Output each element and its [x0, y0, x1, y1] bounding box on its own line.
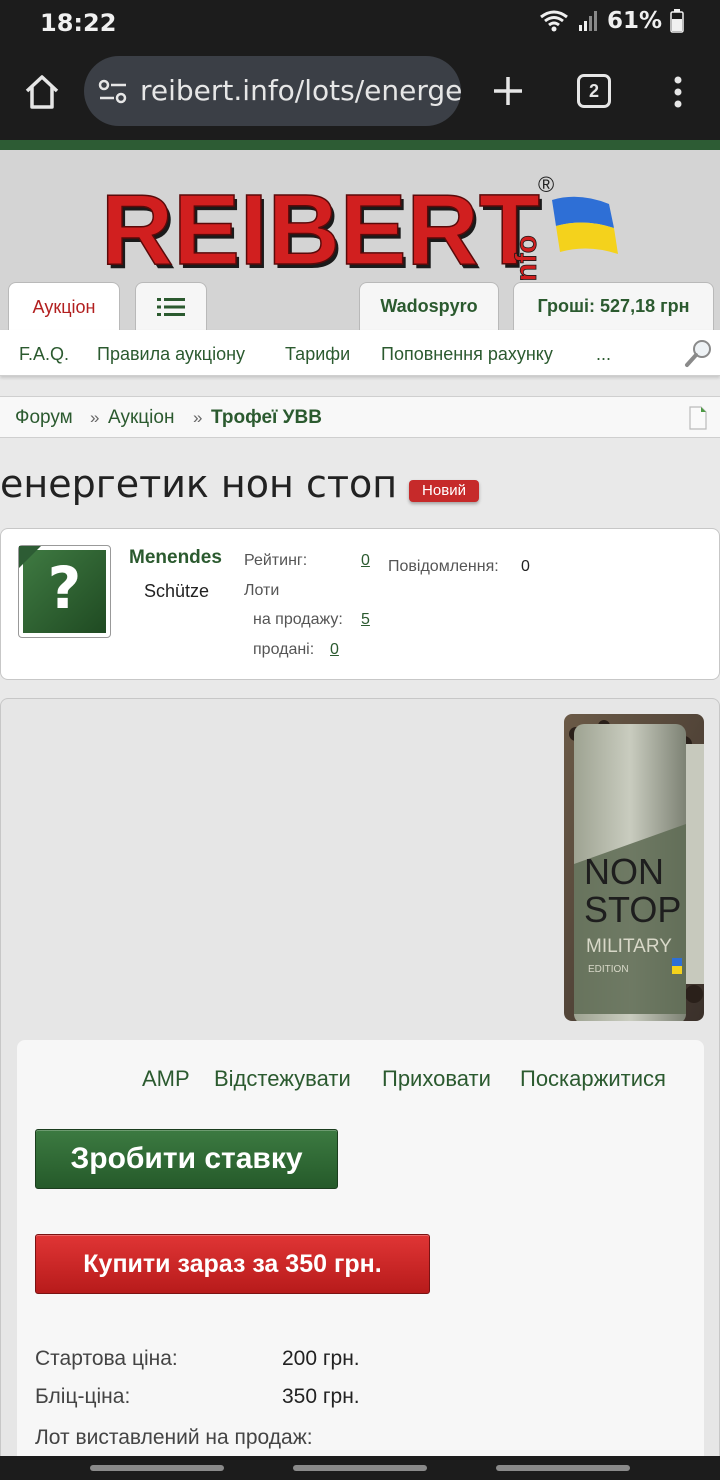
avatar[interactable]: ? — [18, 545, 111, 638]
blitz-price-value: 350 грн. — [282, 1385, 360, 1408]
breadcrumb-separator: » — [90, 408, 100, 427]
site-settings-icon[interactable] — [98, 78, 128, 106]
buy-now-button[interactable]: Купити зараз за 350 грн. — [35, 1234, 430, 1294]
logo-registered: ® — [538, 172, 554, 197]
battery-icon — [670, 9, 684, 33]
battery-percent: 61% — [606, 8, 662, 34]
for-sale-value[interactable]: 5 — [361, 611, 370, 629]
messages-value: 0 — [521, 558, 530, 575]
lots-label: Лоти — [244, 582, 280, 599]
tab-menu[interactable] — [135, 282, 207, 330]
tab-switcher-button[interactable]: 2 — [577, 74, 611, 108]
search-icon[interactable] — [684, 338, 714, 368]
site-logo[interactable]: REIBERT REIBERT info ® — [104, 170, 624, 280]
start-price-value: 200 грн. — [282, 1347, 360, 1370]
breadcrumb-separator: » — [193, 408, 203, 427]
nav-back-handle[interactable] — [496, 1465, 630, 1471]
lot-image[interactable]: NON STOP MILITARY EDITION — [564, 714, 704, 1021]
subnav-faq[interactable]: F.A.Q. — [19, 344, 69, 365]
breadcrumb-current[interactable]: Трофеї УВВ — [211, 407, 322, 429]
amp-link[interactable]: AMP — [142, 1066, 190, 1092]
subnav-more[interactable]: ... — [596, 344, 611, 365]
ukraine-flag-icon — [552, 196, 618, 254]
site-header: REIBERT REIBERT info ® Аукціон Wadospyro… — [0, 150, 720, 332]
seller-name[interactable]: Menendes — [129, 547, 222, 569]
can-text-stop: STOP — [584, 889, 681, 930]
can-text-non: NON — [584, 851, 664, 892]
document-icon — [689, 406, 707, 430]
place-bid-button[interactable]: Зробити ставку — [35, 1129, 338, 1189]
logo-text: REIBERT — [104, 174, 540, 280]
start-price-label: Стартова ціна: — [35, 1347, 178, 1370]
hide-link[interactable]: Приховати — [382, 1066, 491, 1092]
can-text-edition: EDITION — [588, 964, 629, 975]
status-badge: Новий — [409, 480, 479, 502]
wifi-icon — [540, 10, 568, 32]
seller-card: ? Menendes Schütze Рейтинг: 0 Повідомлен… — [0, 528, 720, 680]
breadcrumb-auction[interactable]: Аукціон — [108, 407, 174, 429]
can-text-military: MILITARY — [586, 936, 672, 957]
new-tab-icon[interactable] — [490, 73, 526, 109]
subnav-tariffs[interactable]: Тарифи — [285, 344, 350, 365]
subnav-rules[interactable]: Правила аукціону — [97, 344, 245, 365]
logo-suffix: info — [510, 235, 543, 280]
sold-label: продані: — [253, 641, 315, 658]
report-link[interactable]: Поскаржитися — [520, 1066, 666, 1092]
system-nav-bar — [0, 1456, 720, 1480]
list-icon — [157, 297, 185, 316]
tab-auction[interactable]: Аукціон — [8, 282, 120, 332]
browser-toolbar: reibert.info/lots/energe 2 — [0, 44, 720, 140]
more-menu-icon[interactable] — [668, 72, 688, 112]
rating-value[interactable]: 0 — [361, 552, 370, 570]
messages-label: Повідомлення: — [388, 558, 499, 575]
signal-icon — [578, 11, 597, 31]
header-strip — [0, 140, 720, 150]
address-bar[interactable]: reibert.info/lots/energe — [84, 56, 461, 126]
page-title: енергетик нон стоп — [0, 462, 398, 506]
sub-navigation: F.A.Q. Правила аукціону Тарифи Поповненн… — [0, 330, 720, 376]
sold-value[interactable]: 0 — [330, 641, 339, 659]
status-time: 18:22 — [40, 9, 117, 37]
nav-recents-handle[interactable] — [90, 1465, 224, 1471]
nav-home-handle[interactable] — [293, 1465, 427, 1471]
status-bar: 18:22 61% — [0, 0, 720, 44]
rating-label: Рейтинг: — [244, 552, 308, 569]
breadcrumb: Форум » Аукціон » Трофеї УВВ — [0, 396, 720, 438]
tab-user[interactable]: Wadospyro — [359, 282, 499, 330]
seller-rank: Schütze — [144, 581, 210, 601]
breadcrumb-forum[interactable]: Форум — [15, 407, 73, 429]
track-link[interactable]: Відстежувати — [214, 1066, 351, 1092]
home-icon[interactable] — [22, 72, 62, 112]
status-icons: 61% — [539, 8, 684, 34]
listed-label: Лот виставлений на продаж: — [35, 1426, 313, 1449]
for-sale-label: на продажу: — [253, 611, 343, 628]
subnav-topup[interactable]: Поповнення рахунку — [381, 344, 553, 365]
url-text: reibert.info/lots/energe — [140, 74, 461, 107]
blitz-price-label: Бліц-ціна: — [35, 1385, 131, 1408]
tab-balance[interactable]: Гроші: 527,18 грн — [513, 282, 714, 330]
